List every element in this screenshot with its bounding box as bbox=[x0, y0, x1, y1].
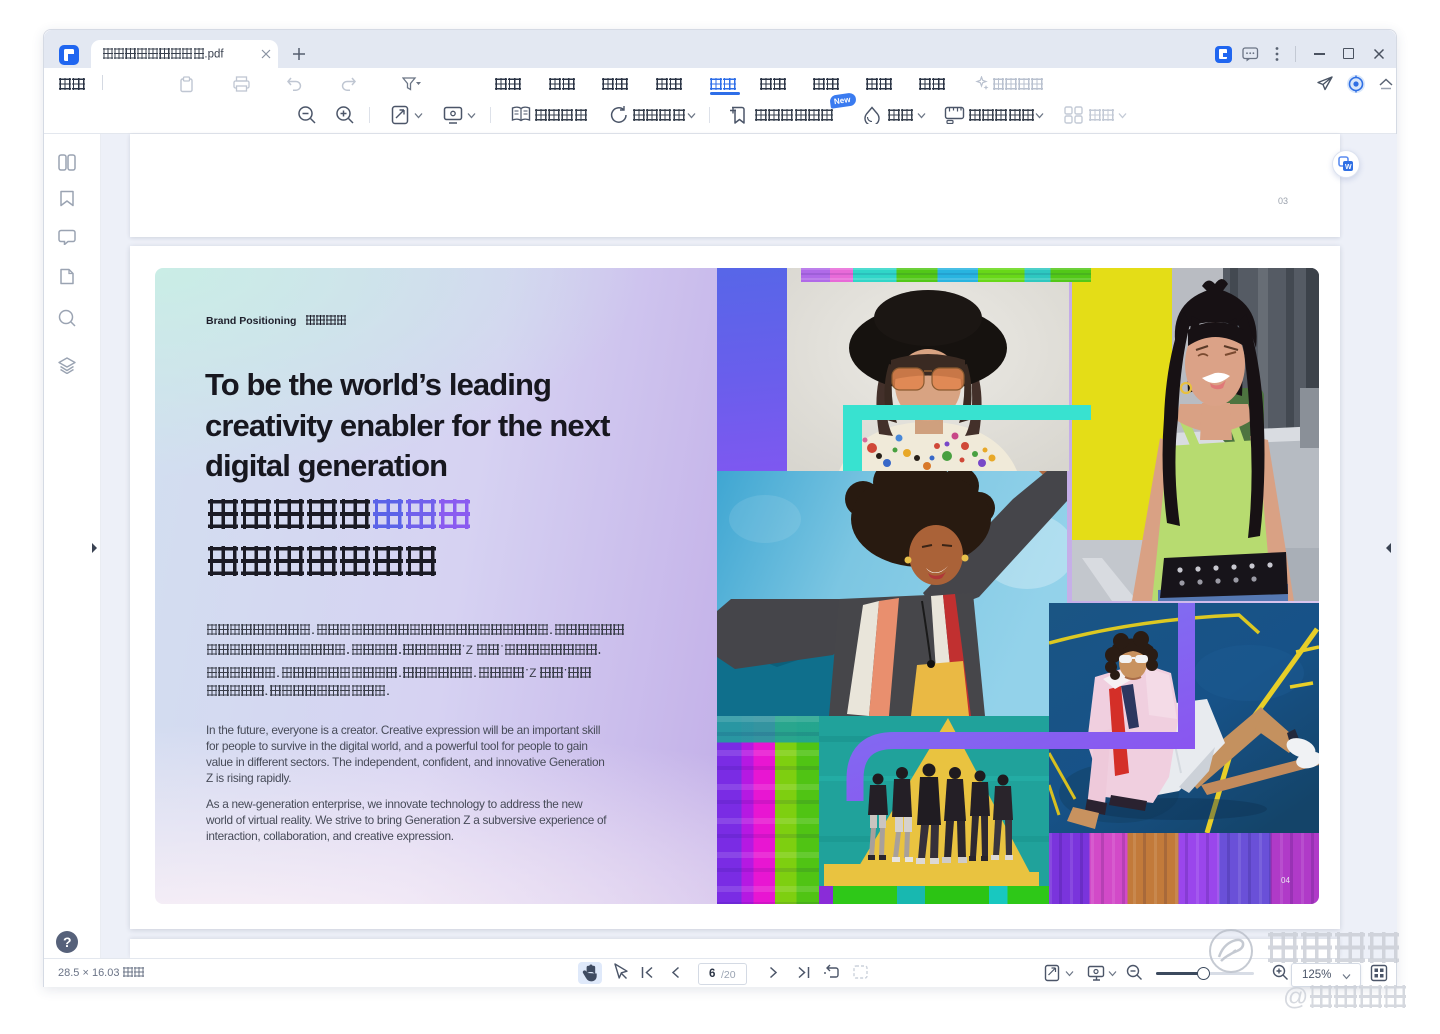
svg-text:W: W bbox=[1345, 164, 1352, 171]
